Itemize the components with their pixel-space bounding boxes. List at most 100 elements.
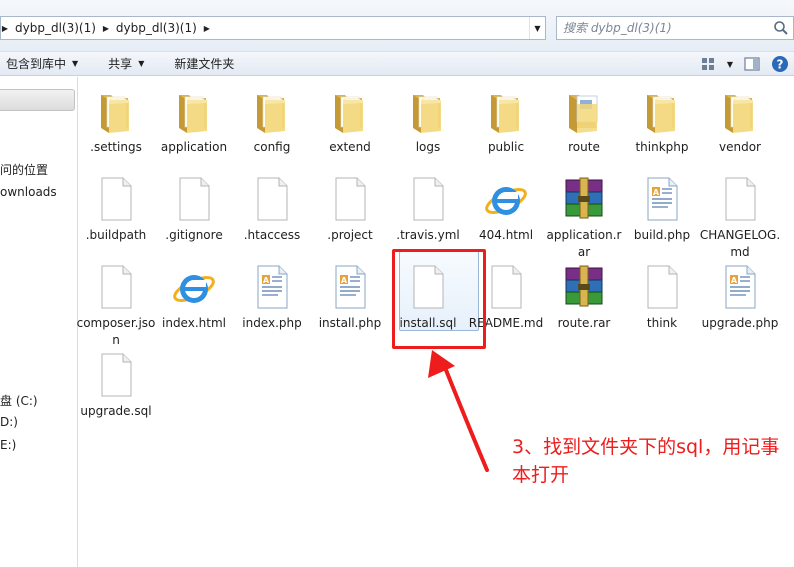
file-name-label: logs bbox=[415, 140, 441, 154]
folder-icon bbox=[716, 87, 764, 135]
php-file-icon: A bbox=[638, 175, 686, 223]
php-file-icon: A bbox=[248, 263, 296, 311]
file-item[interactable]: CHANGELOG.md bbox=[699, 175, 781, 261]
folder-icon bbox=[326, 87, 374, 135]
folder-icon bbox=[482, 87, 530, 135]
html-file-icon bbox=[482, 175, 530, 223]
nav-scrollbar[interactable] bbox=[0, 89, 75, 111]
file-item[interactable]: .gitignore bbox=[153, 175, 235, 244]
file-item[interactable]: extend bbox=[309, 87, 391, 156]
file-name-label: config bbox=[253, 140, 291, 154]
file-item[interactable]: route.rar bbox=[543, 263, 625, 332]
file-icon bbox=[248, 175, 296, 223]
file-name-label: .gitignore bbox=[165, 228, 223, 242]
file-item[interactable]: .travis.yml bbox=[387, 175, 469, 244]
file-item[interactable]: .settings bbox=[75, 87, 157, 156]
folder-icon bbox=[92, 87, 140, 135]
file-icon bbox=[482, 263, 530, 311]
file-icon bbox=[92, 175, 140, 223]
file-item[interactable]: A index.php bbox=[231, 263, 313, 332]
nav-item-drive-d[interactable]: D:) bbox=[0, 415, 18, 429]
file-name-label: .settings bbox=[90, 140, 142, 154]
new-folder-button[interactable]: 新建文件夹 bbox=[168, 53, 240, 75]
archive-icon bbox=[560, 175, 608, 223]
folder-icon bbox=[638, 87, 686, 135]
file-name-label: CHANGELOG.md bbox=[699, 228, 781, 259]
file-name-label: extend bbox=[329, 140, 371, 154]
preview-pane-icon[interactable] bbox=[738, 53, 766, 75]
file-name-label: index.php bbox=[242, 316, 302, 330]
file-icon bbox=[716, 175, 764, 223]
file-name-label: upgrade.php bbox=[701, 316, 779, 330]
file-icon bbox=[92, 351, 140, 399]
chevron-right-icon[interactable]: ▶ bbox=[1, 17, 9, 39]
folder-icon bbox=[170, 87, 218, 135]
file-name-label: upgrade.sql bbox=[80, 404, 152, 418]
file-icon bbox=[404, 175, 452, 223]
php-file-icon: A bbox=[326, 263, 374, 311]
file-name-label: application.rar bbox=[546, 228, 622, 259]
file-name-label: build.php bbox=[633, 228, 691, 242]
file-item[interactable]: think bbox=[621, 263, 703, 332]
navigation-pane: 问的位置 ownloads 盘 (C:) D:) E:) bbox=[0, 77, 78, 567]
toolbar-right: ▼ ? bbox=[694, 52, 794, 76]
chevron-down-icon[interactable]: ▼ bbox=[722, 53, 738, 75]
address-bar[interactable]: ▶ dybp_dl(3)(1) ▶ dybp_dl(3)(1) ▶ ▼ bbox=[0, 16, 546, 40]
file-item[interactable]: route bbox=[543, 87, 625, 156]
breadcrumb-item-1[interactable]: dybp_dl(3)(1) bbox=[9, 17, 102, 39]
file-item[interactable]: .project bbox=[309, 175, 391, 244]
file-name-label: .project bbox=[327, 228, 373, 242]
annotation-text: 3、找到文件夹下的sql，用记事本打开 bbox=[512, 436, 780, 486]
search-icon[interactable] bbox=[773, 20, 789, 36]
file-item[interactable]: index.html bbox=[153, 263, 235, 332]
file-item[interactable]: A install.php bbox=[309, 263, 391, 332]
share-button[interactable]: 共享 ▼ bbox=[102, 53, 150, 75]
new-folder-label: 新建文件夹 bbox=[174, 57, 235, 71]
search-box[interactable] bbox=[556, 16, 794, 40]
file-item[interactable]: 404.html bbox=[465, 175, 547, 244]
file-item[interactable]: application.rar bbox=[543, 175, 625, 261]
svg-text:A: A bbox=[731, 276, 738, 285]
file-item[interactable]: .htaccess bbox=[231, 175, 313, 244]
file-item[interactable]: thinkphp bbox=[621, 87, 703, 156]
file-name-label: route bbox=[568, 140, 600, 154]
address-bar-area: ▶ dybp_dl(3)(1) ▶ dybp_dl(3)(1) ▶ ▼ bbox=[0, 0, 794, 52]
file-name-label: install.php bbox=[318, 316, 382, 330]
file-name-label: .buildpath bbox=[85, 228, 147, 242]
chevron-right-icon[interactable]: ▶ bbox=[203, 17, 211, 39]
file-item[interactable]: logs bbox=[387, 87, 469, 156]
nav-item-drive-e[interactable]: E:) bbox=[0, 438, 16, 452]
file-icon bbox=[638, 263, 686, 311]
file-item[interactable]: public bbox=[465, 87, 547, 156]
file-item[interactable]: upgrade.sql bbox=[75, 351, 157, 420]
file-item[interactable]: composer.json bbox=[75, 263, 157, 349]
svg-text:A: A bbox=[653, 188, 660, 197]
file-icon bbox=[326, 175, 374, 223]
svg-text:A: A bbox=[263, 276, 270, 285]
file-name-label: vendor bbox=[719, 140, 761, 154]
nav-item-recent-places[interactable]: 问的位置 bbox=[0, 161, 48, 178]
file-item[interactable]: A upgrade.php bbox=[699, 263, 781, 332]
nav-item-drive-c[interactable]: 盘 (C:) bbox=[0, 392, 38, 409]
view-options-icon[interactable] bbox=[694, 53, 722, 75]
chevron-down-icon: ▼ bbox=[72, 59, 79, 68]
command-bar: 包含到库中 ▼ 共享 ▼ 新建文件夹 ▼ ? bbox=[0, 52, 794, 76]
file-item[interactable]: application bbox=[153, 87, 235, 156]
file-icon bbox=[170, 175, 218, 223]
file-item[interactable]: .buildpath bbox=[75, 175, 157, 244]
html-file-icon bbox=[170, 263, 218, 311]
search-input[interactable] bbox=[563, 21, 763, 35]
folder-icon bbox=[248, 87, 296, 135]
file-item[interactable]: vendor bbox=[699, 87, 781, 156]
chevron-down-icon: ▼ bbox=[138, 59, 145, 68]
include-in-library-label: 包含到库中 bbox=[6, 57, 67, 71]
file-name-label: think bbox=[646, 316, 678, 330]
nav-item-downloads[interactable]: ownloads bbox=[0, 185, 57, 199]
breadcrumb-item-2[interactable]: dybp_dl(3)(1) bbox=[110, 17, 203, 39]
file-item[interactable]: A build.php bbox=[621, 175, 703, 244]
include-in-library-button[interactable]: 包含到库中 ▼ bbox=[0, 53, 84, 75]
file-item[interactable]: config bbox=[231, 87, 313, 156]
chevron-down-icon[interactable]: ▼ bbox=[529, 17, 545, 39]
chevron-right-icon[interactable]: ▶ bbox=[102, 17, 110, 39]
help-icon[interactable]: ? bbox=[766, 53, 794, 75]
